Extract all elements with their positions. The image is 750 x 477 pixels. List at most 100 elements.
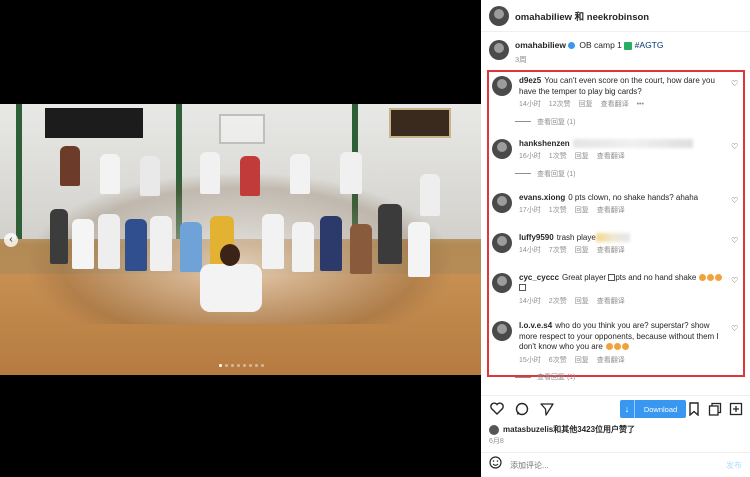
player-figure [378,204,402,264]
player-figure [240,156,260,196]
heart-icon[interactable] [489,401,505,417]
fire-emoji-icon [707,273,714,281]
more-options-icon[interactable]: ••• [637,100,644,111]
comment-likes[interactable]: 7次赞 [549,246,567,257]
comment-item: cyc_cyccc Great player pts and no hand sh… [492,272,739,308]
comment-username[interactable]: evans.xiong [519,193,565,202]
reply-button[interactable]: 回复 [575,297,589,308]
avatar[interactable] [492,192,512,213]
more-icon[interactable] [728,401,744,417]
center-player-head [220,244,240,266]
caption-hashtag[interactable]: #AGTG [635,40,664,50]
view-replies-button[interactable]: 查看回复 (1) [515,372,739,382]
player-figure [262,214,284,269]
blurred-text [572,138,693,148]
player-figure [150,216,172,271]
translate-button[interactable]: 查看翻译 [597,152,625,163]
wall-banner-logo [389,108,451,138]
comment-time: 17小时 [519,207,541,214]
reply-button[interactable]: 回复 [575,246,589,257]
download-button[interactable]: ↓ Download [620,400,686,418]
heart-icon[interactable]: ♡ [731,276,739,285]
wall-banner [45,108,143,138]
post-panel: omahabiliew 和 neekrobinson omahabiliew O… [481,0,750,477]
player-figure [140,156,160,196]
basketball-hoop [219,114,265,144]
player-figure [350,224,372,274]
caption-time: 3周 [515,55,527,64]
heart-icon[interactable]: ♡ [731,80,739,88]
comment-username[interactable]: hankshenzen [519,139,570,148]
avatar[interactable] [492,272,512,293]
comment-text: Great player [562,272,607,282]
post-photo[interactable] [0,104,481,375]
post-comment-button[interactable]: 发布 [726,460,742,471]
view-replies-button[interactable]: 查看回复 (1) [515,169,739,179]
angry-emoji-icon [621,343,629,351]
comment-input[interactable] [510,460,718,470]
avatar[interactable] [492,232,512,253]
comment-likes[interactable]: 1次赞 [549,152,567,163]
chevron-left-icon[interactable]: ‹ [4,233,18,247]
comment-username[interactable]: d9ez5 [519,76,541,85]
reply-button[interactable]: 回复 [579,100,593,111]
comment-time: 14小时 [519,101,541,108]
translate-button[interactable]: 查看翻译 [597,206,625,217]
comment-text: You can't even score on the court, how d… [519,76,715,96]
caption-username[interactable]: omahabiliew [515,40,566,50]
comment-item: evans.xiong 0 pts clown, no shake hands? … [492,192,739,217]
comment-time: 14小时 [519,297,541,305]
post-date: 6月8 [489,438,504,445]
player-figure [408,222,430,277]
comment-item: hankshenzen 16小时 1次赞 回复 查看翻译 ♡ [492,138,739,163]
comment-username[interactable]: luffy9590 [519,233,554,242]
copy-icon[interactable] [707,401,723,417]
avatar[interactable] [489,5,509,26]
share-icon[interactable] [539,401,555,417]
comment-likes[interactable]: 6次赞 [549,356,567,367]
avatar[interactable] [492,138,512,159]
heart-icon[interactable]: ♡ [731,196,739,205]
comment-likes[interactable]: 1次赞 [549,206,567,217]
emoji-icon [519,284,526,292]
bookmark-icon[interactable] [686,401,702,417]
post-caption: omahabiliew OB camp 1 #AGTG 3周 [489,40,744,65]
translate-button[interactable]: 查看翻译 [597,246,625,257]
avatar[interactable] [492,76,512,96]
player-figure [290,154,310,194]
avatar[interactable] [492,321,512,341]
comment-item: luffy9590 trash playe 14小时 7次赞 回复 查看翻译 ♡ [492,232,739,257]
view-replies-button[interactable]: 查看回复 (1) [515,117,739,127]
player-figure [180,222,202,272]
translate-button[interactable]: 查看翻译 [601,100,629,111]
comment-likes[interactable]: 2次赞 [549,297,567,308]
player-figure [125,219,147,271]
comment-icon[interactable] [514,401,530,417]
comment-username[interactable]: cyc_cyccc [519,273,559,282]
emoji-icon[interactable] [489,456,502,474]
check-emoji-icon [624,41,633,50]
heart-icon[interactable]: ♡ [731,236,739,245]
likes-summary[interactable]: matasbuzelis和其他3423位用户赞了 [489,424,635,435]
player-figure [320,216,342,271]
comment-username[interactable]: l.o.v.e.s4 [519,321,552,330]
reply-button[interactable]: 回复 [575,206,589,217]
reply-button[interactable]: 回复 [575,356,589,367]
player-figure [292,222,314,272]
center-player-shirt [200,264,262,312]
translate-button[interactable]: 查看翻译 [597,297,625,308]
heart-icon[interactable]: ♡ [731,142,739,151]
fire-emoji-icon [715,273,722,281]
comment-likes[interactable]: 12次赞 [549,100,571,111]
player-figure [420,174,440,216]
post-author-names[interactable]: omahabiliew 和 neekrobinson [515,9,649,23]
download-label: Download [643,404,678,414]
avatar[interactable] [489,40,509,60]
blurred-text [595,232,630,242]
fire-emoji-icon [699,273,706,281]
heart-icon[interactable]: ♡ [731,325,739,333]
reply-button[interactable]: 回复 [575,152,589,163]
translate-button[interactable]: 查看翻译 [597,356,625,367]
comment-text: trash playe [556,232,596,242]
player-figure [340,152,362,194]
